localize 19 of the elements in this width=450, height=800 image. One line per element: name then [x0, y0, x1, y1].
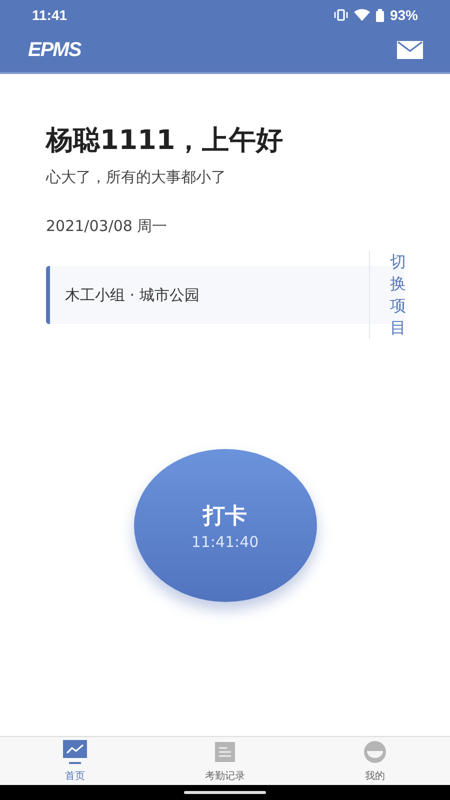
smile-icon — [362, 739, 388, 765]
battery-percent: 93% — [390, 7, 418, 23]
greeting-title: 杨聪1111，上午好 — [46, 124, 284, 158]
motto-text: 心大了，所有的大事都小了 — [46, 168, 227, 187]
nav-tab[interactable]: 考勤记录 — [150, 737, 300, 785]
status-time: 11:41 — [32, 7, 68, 23]
switch-project-button[interactable]: 切换项目 — [368, 251, 404, 339]
chart-icon — [62, 739, 88, 765]
project-name: 木工小组 · 城市公园 — [64, 286, 200, 304]
wifi-icon — [354, 9, 370, 21]
punch-button[interactable]: 打卡 11:41:40 — [134, 449, 316, 602]
vibrate-icon — [334, 9, 348, 21]
app-logo: EPMS — [28, 38, 81, 62]
list-icon — [212, 739, 238, 765]
nav-tab[interactable]: 首页 — [0, 737, 150, 785]
battery-icon — [376, 8, 384, 22]
mail-icon[interactable] — [397, 41, 423, 59]
nav-tab[interactable]: 我的 — [300, 737, 450, 785]
date-text: 2021/03/08 周一 — [46, 217, 168, 236]
